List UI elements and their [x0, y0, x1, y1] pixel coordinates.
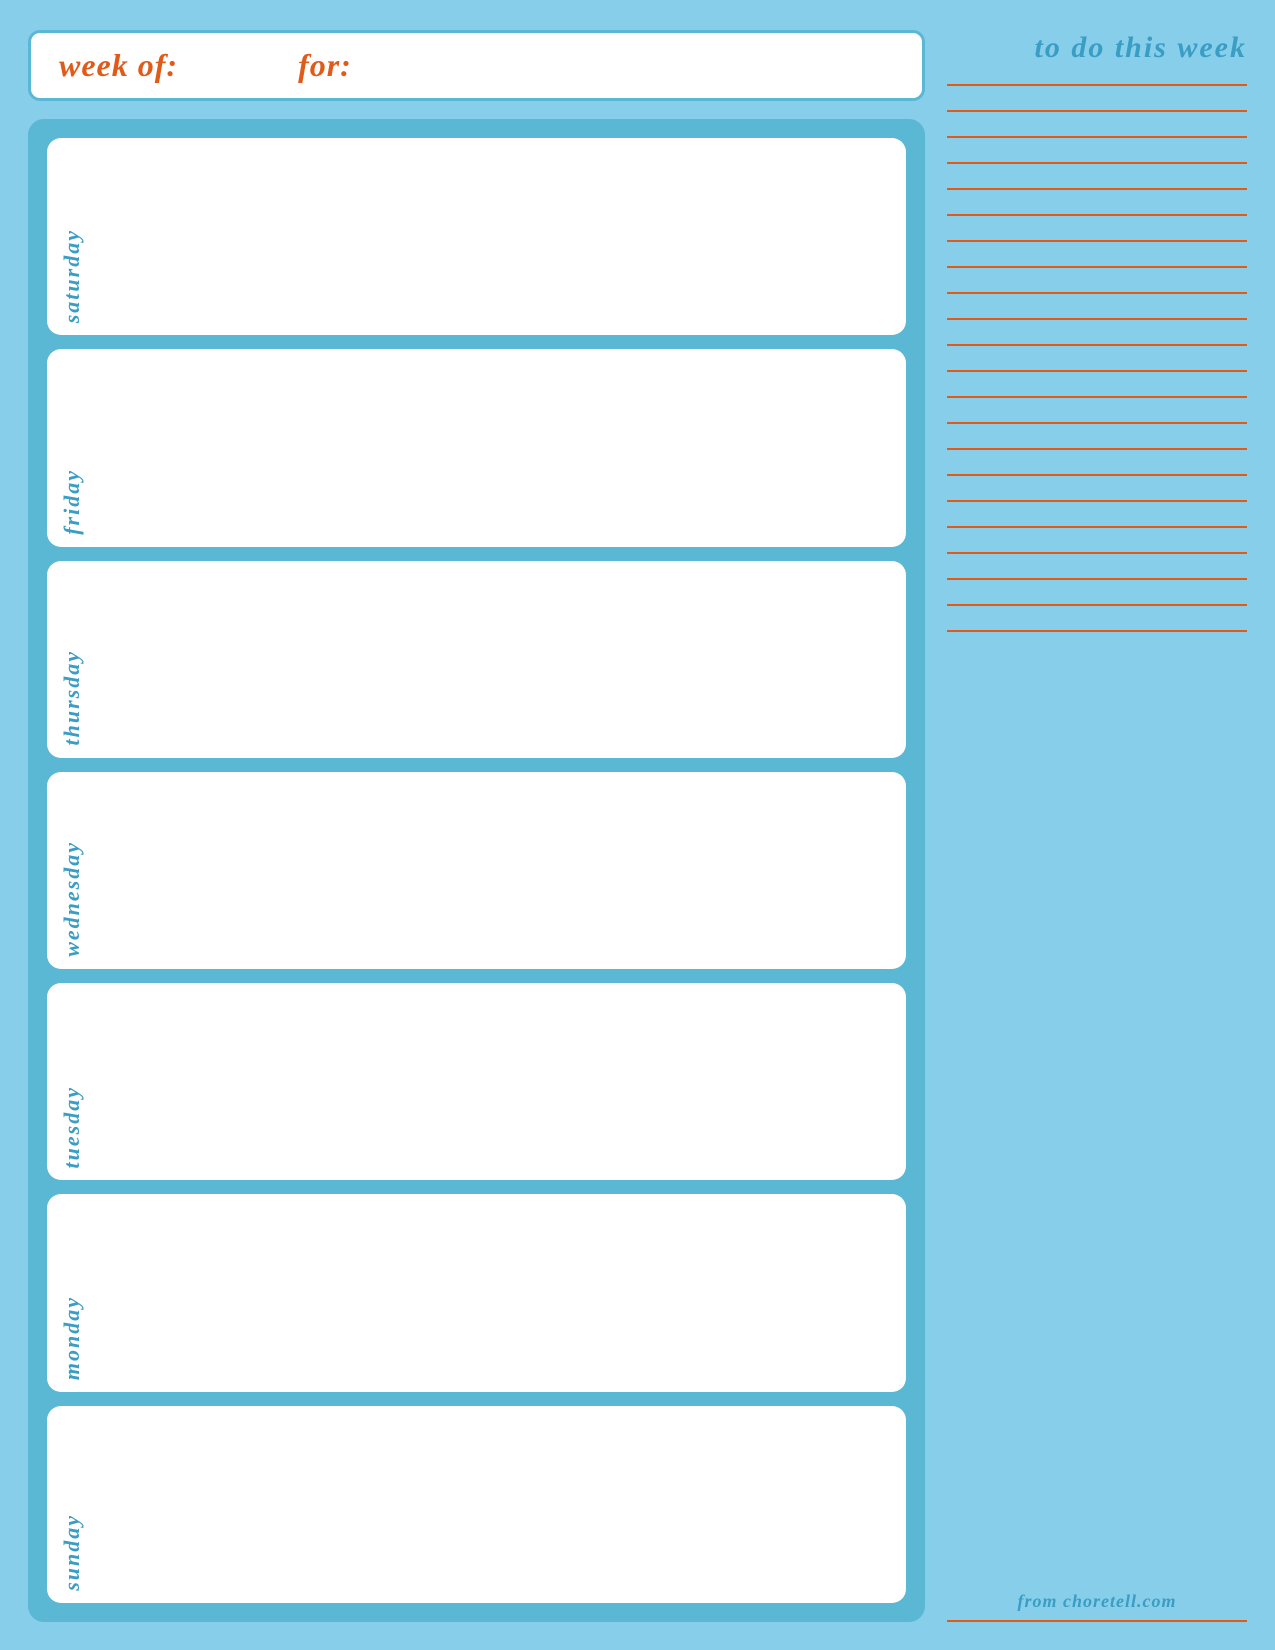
day-label-friday: friday — [61, 469, 83, 535]
todo-line-18 — [947, 526, 1247, 528]
todo-line-9 — [947, 292, 1247, 294]
todo-line-5 — [947, 188, 1247, 190]
todo-line-1 — [947, 84, 1247, 86]
day-block-wednesday: wednesday — [47, 772, 906, 969]
day-block-saturday: saturday — [47, 138, 906, 335]
day-block-thursday: thursday — [47, 561, 906, 758]
day-block-friday: friday — [47, 349, 906, 546]
for-label: for: — [298, 47, 352, 84]
todo-line-16 — [947, 474, 1247, 476]
todo-line-21 — [947, 604, 1247, 606]
todo-line-4 — [947, 162, 1247, 164]
week-of-label: week of: — [59, 47, 178, 84]
todo-title: TO DO THiS weeK — [947, 30, 1247, 66]
todo-line-8 — [947, 266, 1247, 268]
day-label-saturday: saturday — [61, 229, 83, 323]
day-label-wednesday: wednesday — [61, 841, 83, 957]
page: week of: for: saturday friday thursday w… — [0, 0, 1275, 1650]
todo-line-3 — [947, 136, 1247, 138]
todo-lines — [947, 84, 1247, 1583]
todo-line-19 — [947, 552, 1247, 554]
todo-line-15 — [947, 448, 1247, 450]
day-label-tuesday: tuesday — [61, 1086, 83, 1168]
day-block-tuesday: tuesday — [47, 983, 906, 1180]
todo-line-11 — [947, 344, 1247, 346]
todo-line-2 — [947, 110, 1247, 112]
day-label-monday: monday — [61, 1296, 83, 1380]
todo-line-13 — [947, 396, 1247, 398]
day-label-thursday: thursday — [61, 650, 83, 745]
day-block-monday: monday — [47, 1194, 906, 1391]
todo-line-17 — [947, 500, 1247, 502]
todo-line-22 — [947, 630, 1247, 632]
right-column: TO DO THiS weeK from ch — [947, 30, 1247, 1622]
days-container: saturday friday thursday wednesday tuesd… — [28, 119, 925, 1622]
day-label-sunday: sunday — [61, 1514, 83, 1591]
todo-line-7 — [947, 240, 1247, 242]
footer-text: from choretell.com — [947, 1591, 1247, 1612]
day-block-sunday: sunday — [47, 1406, 906, 1603]
header-bar: week of: for: — [28, 30, 925, 101]
left-column: week of: for: saturday friday thursday w… — [28, 30, 925, 1622]
todo-line-12 — [947, 370, 1247, 372]
todo-line-14 — [947, 422, 1247, 424]
todo-line-6 — [947, 214, 1247, 216]
footer-line — [947, 1620, 1247, 1622]
todo-line-20 — [947, 578, 1247, 580]
todo-line-10 — [947, 318, 1247, 320]
